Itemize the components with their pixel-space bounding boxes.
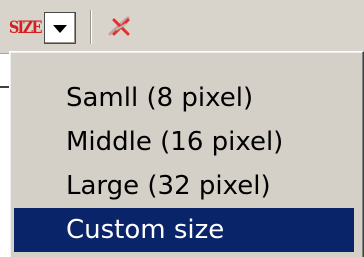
menu-item-small[interactable]: Samll (8 pixel) [14,76,354,120]
size-dropdown-button[interactable] [44,12,76,44]
disabled-tool-button[interactable] [106,12,136,42]
menu-item-custom-size[interactable]: Custom size [14,208,354,252]
app-window: SIZE Samll (8 pixel) Middle (16 pixel) L… [0,0,364,257]
size-text-icon: SIZE [9,18,43,38]
toolbar: SIZE [0,0,364,54]
menu-item-large[interactable]: Large (32 pixel) [14,164,354,208]
chevron-down-icon [53,25,67,33]
size-popup-menu: Samll (8 pixel) Middle (16 pixel) Large … [9,51,364,257]
toolbar-separator [90,10,92,44]
size-button[interactable]: SIZE [8,11,43,45]
crossed-line-icon [108,16,130,36]
menu-item-middle[interactable]: Middle (16 pixel) [14,120,354,164]
